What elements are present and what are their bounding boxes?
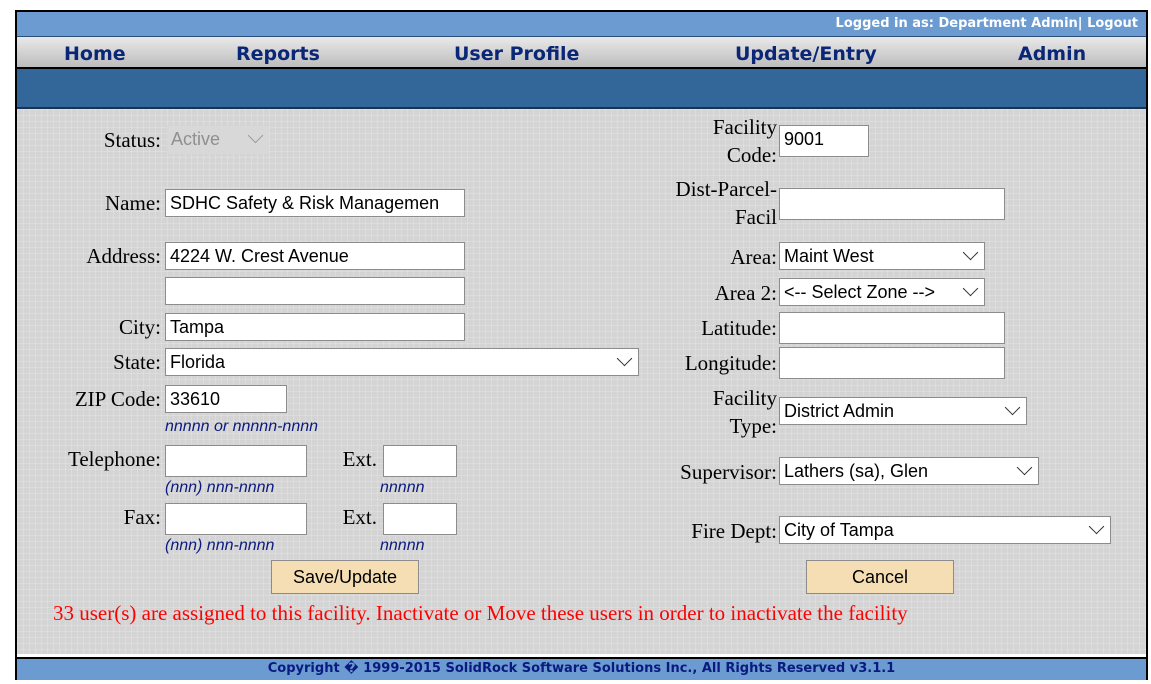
fire-dept-select[interactable]: City of Tampa <box>779 516 1111 544</box>
facility-form: Status: Active Name: SDHC Safety & Risk … <box>17 109 1146 654</box>
telephone-hint: (nnn) nnn-nnnn <box>165 479 275 496</box>
state-label: State: <box>113 350 161 374</box>
dist-parcel-label-line2: Facil <box>735 205 777 229</box>
status-value: Active <box>171 129 221 149</box>
status-select: Active <box>167 126 269 154</box>
fax-label: Fax: <box>123 505 161 529</box>
fire-dept-value: City of Tampa <box>784 520 894 540</box>
state-select[interactable]: Florida <box>165 348 639 376</box>
telephone-ext-input[interactable] <box>383 445 457 477</box>
nav-admin[interactable]: Admin <box>1018 43 1086 65</box>
latitude-input[interactable] <box>779 312 1005 344</box>
chevron-down-icon <box>1004 399 1021 416</box>
chevron-down-icon <box>616 350 633 367</box>
supervisor-select[interactable]: Lathers (sa), Glen <box>779 457 1039 485</box>
facility-type-label-line1: Facility <box>712 386 777 410</box>
name-label: Name: <box>105 191 161 215</box>
facility-code-input[interactable]: 9001 <box>779 125 869 157</box>
zip-input[interactable]: 33610 <box>165 385 287 413</box>
supervisor-label: Supervisor: <box>680 460 777 484</box>
facility-code-label: Facility Code: <box>637 113 777 169</box>
name-input[interactable]: SDHC Safety & Risk Managemen <box>165 189 465 217</box>
zip-hint: nnnnn or nnnnn-nnnn <box>165 418 319 435</box>
fire-dept-label: Fire Dept: <box>691 519 777 543</box>
latitude-label: Latitude: <box>701 316 777 340</box>
area2-value: <-- Select Zone --> <box>784 282 936 302</box>
chevron-down-icon <box>1088 518 1105 535</box>
address-label: Address: <box>86 244 161 268</box>
telephone-label: Telephone: <box>68 447 161 471</box>
address-line2-input[interactable] <box>165 277 465 305</box>
area2-select[interactable]: <-- Select Zone --> <box>779 278 985 306</box>
area-label: Area: <box>730 245 777 269</box>
area2-label: Area 2: <box>714 281 777 305</box>
address-input[interactable]: 4224 W. Crest Avenue <box>165 242 465 270</box>
facility-type-label: Facility Type: <box>637 384 777 440</box>
copyright-footer: Copyright � 1999-2015 SolidRock Software… <box>17 657 1146 680</box>
city-input[interactable]: Tampa <box>165 313 465 341</box>
status-label: Status: <box>103 128 161 152</box>
fax-hint: (nnn) nnn-nnnn <box>165 537 275 554</box>
supervisor-value: Lathers (sa), Glen <box>784 461 929 481</box>
nav-user-profile[interactable]: User Profile <box>454 43 579 65</box>
nav-reports[interactable]: Reports <box>236 43 320 65</box>
chevron-down-icon <box>962 244 979 261</box>
area-value: Maint West <box>784 246 874 266</box>
telephone-ext-label: Ext. <box>342 447 377 471</box>
fax-ext-label: Ext. <box>342 505 377 529</box>
chevron-down-icon <box>1016 459 1033 476</box>
chevron-down-icon <box>247 127 264 144</box>
dist-parcel-label: Dist-Parcel- Facil <box>617 175 777 231</box>
save-update-button[interactable]: Save/Update <box>271 560 419 594</box>
city-label: City: <box>118 315 161 339</box>
dist-parcel-label-line1: Dist-Parcel- <box>675 177 777 201</box>
chevron-down-icon <box>962 280 979 297</box>
login-status: Logged in as: Department Admin| <box>835 16 1083 31</box>
facility-type-value: District Admin <box>784 401 895 421</box>
logout-link[interactable]: Logout <box>1087 16 1138 31</box>
nav-home[interactable]: Home <box>64 43 126 65</box>
facility-code-label-line1: Facility <box>712 115 777 139</box>
state-value: Florida <box>170 352 226 372</box>
fax-ext-hint: nnnnn <box>380 537 425 554</box>
area-select[interactable]: Maint West <box>779 242 985 270</box>
fax-ext-input[interactable] <box>383 503 457 535</box>
nav-update-entry[interactable]: Update/Entry <box>735 43 877 65</box>
telephone-input[interactable] <box>165 445 307 477</box>
zip-label: ZIP Code: <box>74 387 161 411</box>
inactivate-warning: 33 user(s) are assigned to this facility… <box>53 601 908 625</box>
telephone-ext-hint: nnnnn <box>380 479 425 496</box>
facility-type-label-line2: Type: <box>729 414 777 438</box>
fax-input[interactable] <box>165 503 307 535</box>
longitude-label: Longitude: <box>684 351 777 375</box>
login-info: Logged in as: Department Admin| Logout <box>836 16 1138 31</box>
facility-type-select[interactable]: District Admin <box>779 397 1027 425</box>
app-frame: Logged in as: Department Admin| Logout H… <box>15 10 1148 680</box>
dist-parcel-input[interactable] <box>779 188 1005 220</box>
top-bar: Logged in as: Department Admin| Logout <box>17 12 1146 37</box>
main-nav: Home Reports User Profile Update/Entry A… <box>17 37 1146 69</box>
title-bar <box>17 69 1146 109</box>
longitude-input[interactable] <box>779 347 1005 379</box>
facility-code-label-line2: Code: <box>726 143 777 167</box>
cancel-button[interactable]: Cancel <box>806 560 954 594</box>
